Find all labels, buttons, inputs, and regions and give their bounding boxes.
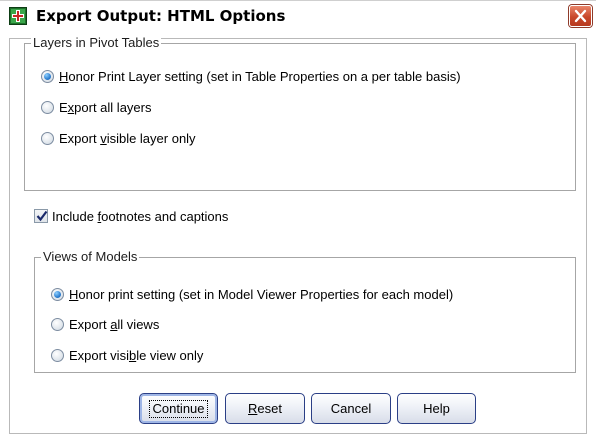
- views-group: Views of Models Honor print setting (set…: [34, 249, 576, 373]
- layers-group-legend: Layers in Pivot Tables: [31, 35, 162, 51]
- radio-label: Honor Print Layer setting (set in Table …: [59, 69, 461, 84]
- radio-label: Export visible view only: [69, 348, 204, 363]
- radio-button[interactable]: [51, 349, 64, 362]
- help-button[interactable]: Help: [397, 393, 476, 424]
- radio-button[interactable]: [41, 132, 54, 145]
- radio-label: Honor print setting (set in Model Viewer…: [69, 287, 454, 302]
- checkbox[interactable]: [34, 209, 48, 223]
- close-button[interactable]: [569, 5, 592, 27]
- spss-app-icon: [9, 7, 27, 25]
- radio-button[interactable]: [41, 70, 54, 83]
- radio-button[interactable]: [51, 288, 64, 301]
- close-icon: [574, 9, 587, 23]
- layers-group: Layers in Pivot Tables Honor Print Layer…: [24, 35, 576, 191]
- views-group-legend: Views of Models: [41, 249, 140, 265]
- radio-button[interactable]: [51, 318, 64, 331]
- cancel-button[interactable]: Cancel: [311, 393, 391, 424]
- radio-button[interactable]: [41, 101, 54, 114]
- reset-button[interactable]: Reset: [225, 393, 305, 424]
- radio-label: Export all layers: [59, 100, 152, 115]
- dialog-window: Export Output: HTML Options Layers in Pi…: [0, 0, 596, 443]
- continue-button[interactable]: Continue: [139, 393, 218, 424]
- title-bar[interactable]: Export Output: HTML Options: [0, 0, 596, 30]
- window-title: Export Output: HTML Options: [36, 7, 286, 25]
- radio-label: Export visible layer only: [59, 131, 196, 146]
- checkbox-label: Include footnotes and captions: [52, 209, 229, 224]
- dialog-body: Layers in Pivot Tables Honor Print Layer…: [9, 35, 587, 434]
- radio-label: Export all views: [69, 317, 160, 332]
- checkmark-icon: [36, 210, 48, 222]
